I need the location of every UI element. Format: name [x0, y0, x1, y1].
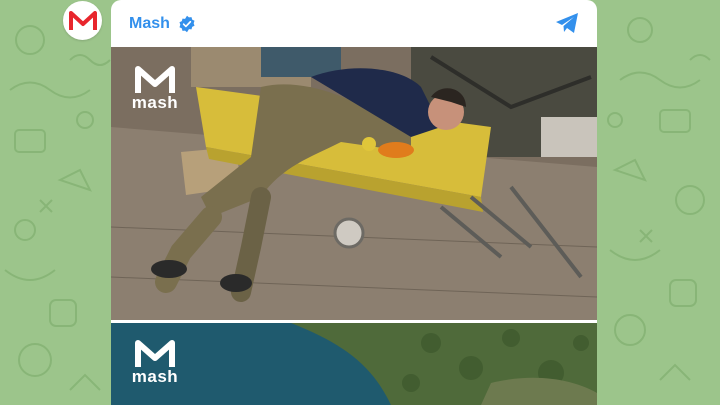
post-photo-1[interactable]: mash	[111, 47, 597, 320]
watermark-text: mash	[131, 93, 179, 112]
channel-post[interactable]: Mash mash mash	[111, 0, 597, 405]
photo-scene	[111, 323, 597, 405]
mash-logo-icon	[135, 340, 175, 367]
telegram-share-icon[interactable]	[555, 12, 579, 34]
photo-scene	[111, 47, 597, 320]
mash-watermark: mash	[127, 339, 183, 385]
post-header: Mash	[111, 0, 597, 47]
channel-avatar[interactable]	[63, 1, 102, 40]
channel-name[interactable]: Mash	[129, 15, 170, 33]
watermark-text: mash	[131, 367, 179, 386]
mash-logo-icon	[68, 10, 97, 30]
mash-logo-icon	[135, 66, 175, 93]
mash-watermark: mash	[127, 65, 183, 111]
post-photo-2[interactable]: mash	[111, 323, 597, 405]
verified-badge-icon	[179, 15, 195, 32]
